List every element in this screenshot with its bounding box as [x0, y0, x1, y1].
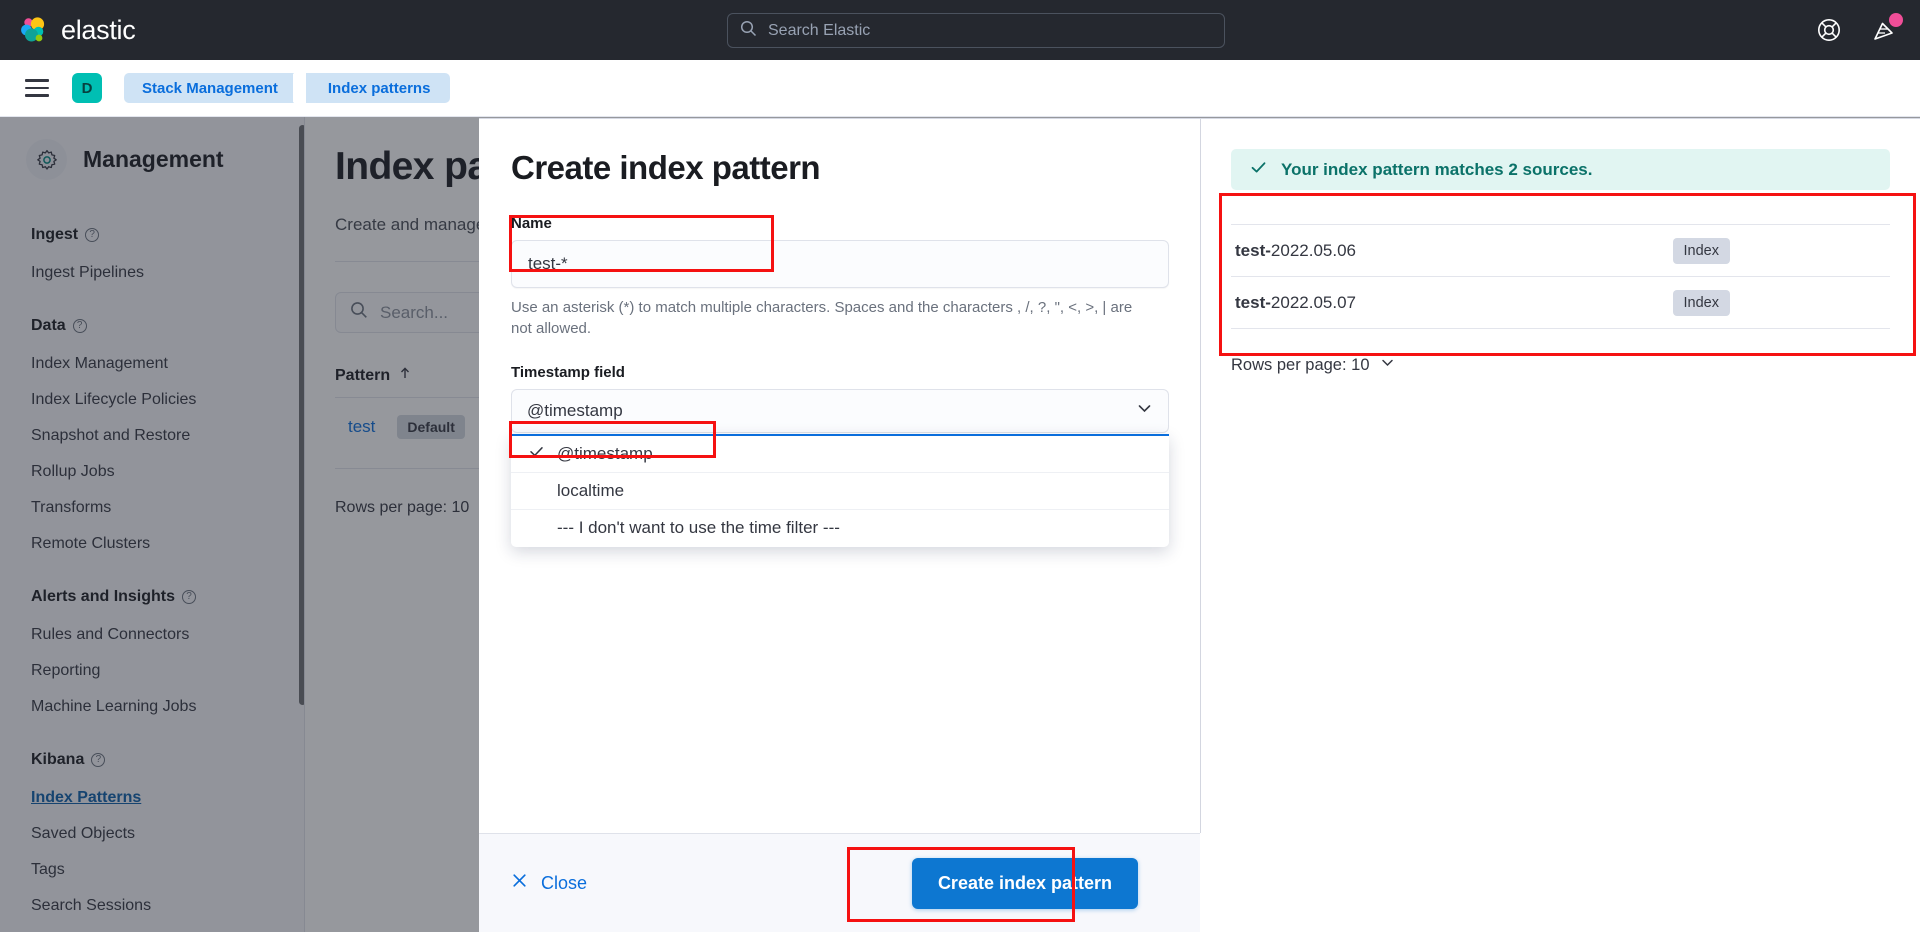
index-pattern-name-input[interactable]: [511, 240, 1169, 288]
index-type-badge: Index: [1672, 289, 1730, 316]
dropdown-option-label: localtime: [557, 480, 625, 500]
global-search-input[interactable]: Search Elastic: [727, 13, 1225, 48]
flyout-footer: Close Create index pattern: [479, 833, 1200, 932]
table-row: test-2022.05.06 Index: [1231, 225, 1890, 276]
matching-sources-table: test-2022.05.06 Index test-2022.05.07 In…: [1231, 203, 1890, 329]
timestamp-field-dropdown-menu: @timestamp localtime --- I don't want to…: [511, 433, 1169, 547]
dropdown-option-timestamp[interactable]: @timestamp: [511, 436, 1169, 473]
flyout-form-panel: Create index pattern Name Use an asteris…: [479, 119, 1200, 833]
callout-text: Your index pattern matches 2 sources.: [1281, 159, 1593, 179]
source-index-prefix: test-: [1235, 240, 1271, 260]
dropdown-option-localtime[interactable]: localtime: [511, 473, 1169, 510]
index-type-badge: Index: [1672, 237, 1730, 264]
breadcrumb-separator-icon: [292, 73, 306, 103]
close-button[interactable]: Close: [511, 872, 587, 894]
brand-name: elastic: [61, 14, 136, 45]
source-index-suffix: 2022.05.07: [1270, 292, 1356, 312]
breadcrumb: Stack Management Index patterns: [124, 73, 451, 103]
matching-sources-panel: Your index pattern matches 2 sources. te…: [1201, 119, 1920, 833]
create-index-pattern-flyout: Create index pattern Name Use an asteris…: [479, 118, 1920, 932]
brand-logo-group[interactable]: elastic: [16, 13, 136, 47]
hamburger-menu-icon[interactable]: [25, 79, 49, 97]
dropdown-option-no-time-filter[interactable]: --- I don't want to use the time filter …: [511, 510, 1169, 547]
space-avatar[interactable]: D: [72, 73, 102, 103]
chevron-down-icon: [1380, 355, 1395, 375]
top-navigation-bar: elastic Search Elastic: [0, 0, 1920, 60]
breadcrumb-bar: D Stack Management Index patterns: [0, 60, 1920, 117]
table-row: test-2022.05.07 Index: [1231, 277, 1890, 328]
flyout-footer-filler: [1200, 834, 1920, 932]
source-index-name: test-2022.05.06: [1235, 241, 1356, 261]
breadcrumb-item-index-patterns[interactable]: Index patterns: [305, 73, 451, 103]
source-index-name: test-2022.05.07: [1235, 293, 1356, 313]
table-divider: [1231, 328, 1890, 329]
timestamp-selected-value: @timestamp: [527, 400, 623, 420]
dropdown-option-label: @timestamp: [557, 443, 653, 463]
name-field-help-text: Use an asterisk (*) to match multiple ch…: [511, 299, 1133, 338]
check-icon: [1250, 159, 1267, 181]
timestamp-field-select[interactable]: @timestamp: [511, 388, 1169, 433]
breadcrumb-item-stack-management[interactable]: Stack Management: [124, 73, 294, 103]
flyout-title: Create index pattern: [511, 149, 821, 186]
close-button-label: Close: [541, 872, 588, 893]
elastic-logo-icon: [16, 13, 50, 47]
timestamp-field-label: Timestamp field: [511, 363, 625, 381]
timestamp-field-select-wrapper: @timestamp @timestamp localtime --- I do…: [511, 388, 1169, 547]
help-lifebuoy-icon[interactable]: [1816, 17, 1842, 43]
check-icon: [529, 444, 544, 464]
close-x-icon: [511, 872, 528, 894]
flyout-body: Create index pattern Name Use an asteris…: [479, 119, 1920, 833]
name-field-label: Name: [511, 215, 552, 232]
search-icon: [740, 20, 757, 42]
dropdown-option-label: --- I don't want to use the time filter …: [557, 518, 840, 538]
notification-badge: [1889, 13, 1903, 27]
global-search-placeholder: Search Elastic: [768, 21, 871, 39]
news-announcement-icon[interactable]: [1872, 13, 1903, 43]
match-success-callout: Your index pattern matches 2 sources.: [1231, 149, 1890, 190]
top-nav-actions: [1816, 0, 1903, 60]
create-index-pattern-button[interactable]: Create index pattern: [911, 857, 1138, 909]
matches-rows-per-page-selector[interactable]: Rows per page: 10: [1231, 355, 1890, 375]
source-index-prefix: test-: [1235, 292, 1271, 312]
source-index-suffix: 2022.05.06: [1270, 240, 1356, 260]
rows-per-page-label: Rows per page: 10: [1231, 355, 1370, 374]
chevron-down-icon: [1136, 400, 1153, 422]
